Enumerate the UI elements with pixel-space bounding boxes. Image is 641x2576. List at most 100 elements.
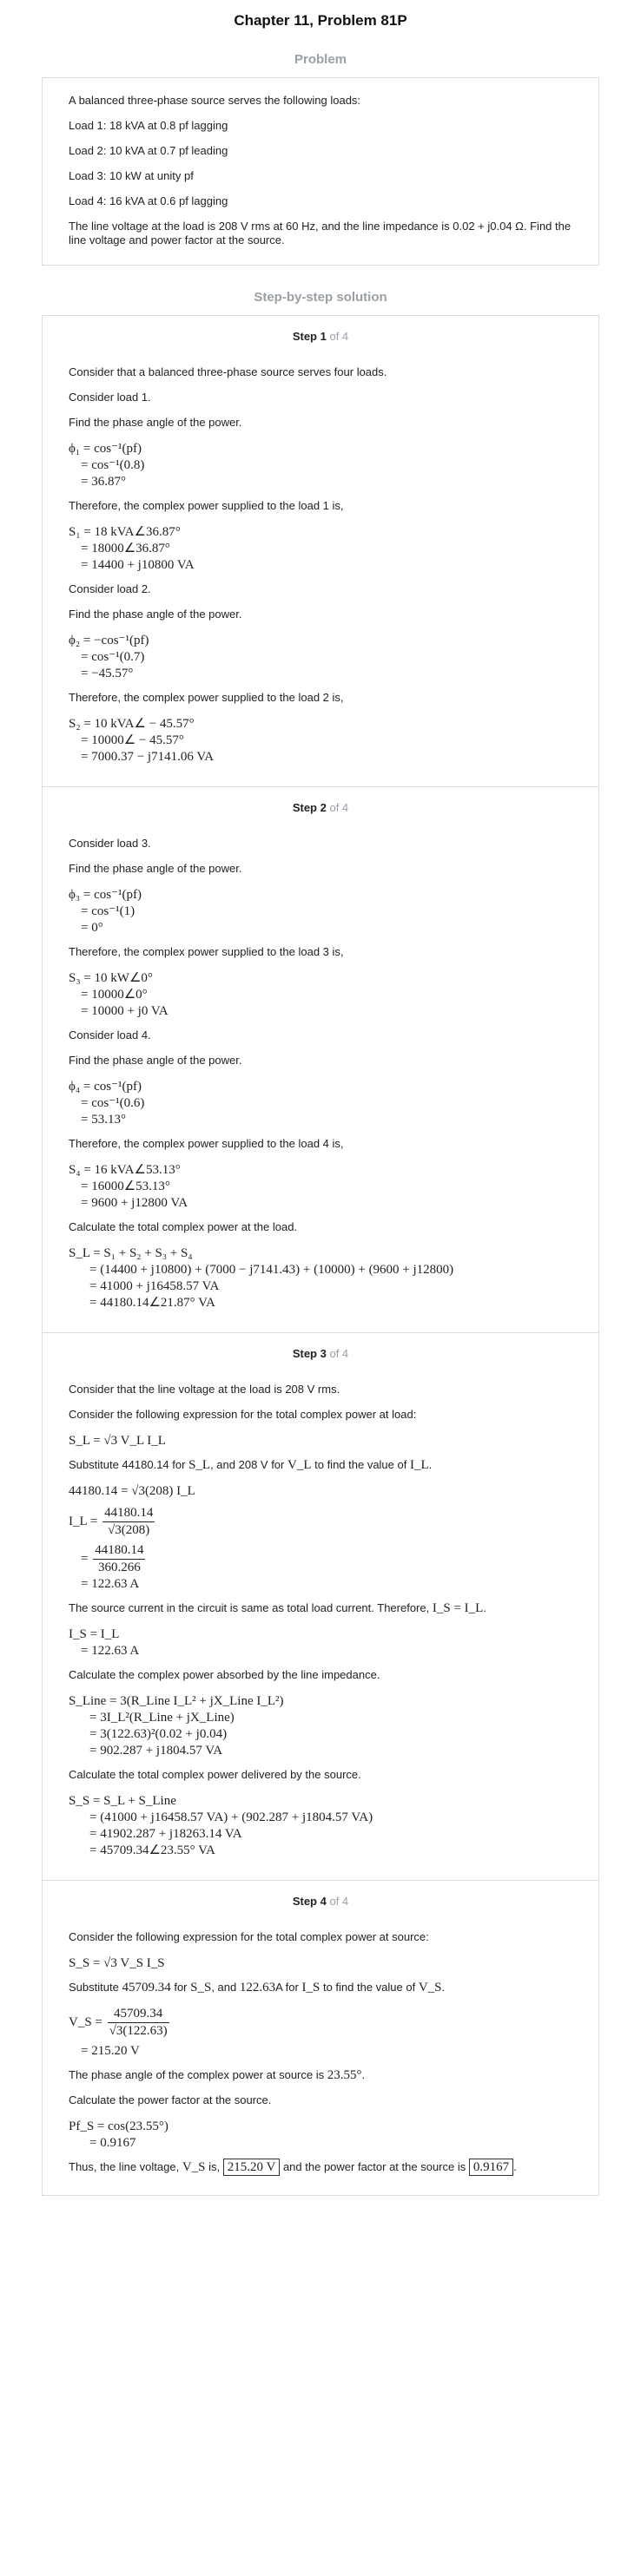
text-fragment: for [174, 1981, 188, 1994]
fraction-numerator: 44180.14 [93, 1542, 146, 1560]
problem-load-2: Load 2: 10 kVA at 0.7 pf leading [69, 144, 228, 157]
equation-line: = 9600 + j12800 VA [81, 1196, 188, 1210]
equation-line: = cos⁻¹(0.7) [81, 650, 145, 664]
equation-line: S₂ = 10 kVA∠ − 45.57° [69, 717, 195, 731]
step-text-substitute: Substitute 44180.14 for S_L, and 208 V f… [69, 1458, 433, 1472]
final-answer: Thus, the line voltage, V_S is, 215.20 V… [69, 2159, 517, 2176]
step-2-header: Step 2 of 4 [69, 801, 572, 814]
problem-card: A balanced three-phase source serves the… [42, 77, 599, 266]
equation-line: = 41000 + j16458.57 VA [89, 1279, 220, 1293]
equation-line: = 0.9167 [89, 2136, 136, 2150]
equation-line-power: S_Line = 3(R_Line I_L² + jX_Line I_L²) =… [69, 1693, 572, 1759]
text-fragment: Thus, the line voltage, [69, 2160, 180, 2173]
equation-line: I_L = 44180.14 √3(208) [69, 1505, 572, 1539]
equation-line: S_Line = 3(R_Line I_L² + jX_Line I_L²) [69, 1694, 284, 1708]
inline-math: V_S [418, 1981, 442, 1994]
fraction: 44180.14 √3(208) [102, 1505, 155, 1539]
equation-source-current: I_S = I_L = 122.63 A [69, 1626, 572, 1659]
equation-line: = 44180.14∠21.87° VA [89, 1296, 215, 1310]
step-text: Consider load 2. [69, 582, 151, 595]
equation-power-factor: Pf_S = cos(23.55°) = 0.9167 [69, 2119, 572, 2152]
text-fragment: , and 208 V for [210, 1458, 285, 1471]
equation-line: = 215.20 V [81, 2044, 140, 2058]
solution-section-title: Step-by-step solution [254, 290, 387, 305]
problem-load-1: Load 1: 18 kVA at 0.8 pf lagging [69, 119, 228, 132]
problem-statement: The line voltage at the load is 208 V rm… [69, 220, 572, 246]
inline-math: 122.63 [239, 1981, 276, 1994]
equation-line: S_L = S₁ + S₂ + S₃ + S₄ [69, 1246, 193, 1260]
fraction: 44180.14 360.266 [93, 1542, 146, 1576]
text-fragment: The source current in the circuit is sam… [69, 1601, 430, 1614]
equation-line: = 41902.287 + j18263.14 VA [89, 1827, 242, 1841]
equation-lhs: I_L = [69, 1514, 98, 1528]
equation-line: = (14400 + j10800) + (7000 − j7141.43) +… [89, 1263, 454, 1277]
equation-line: = (41000 + j16458.57 VA) + (902.287 + j1… [89, 1810, 373, 1824]
step-count: of 4 [329, 1347, 349, 1360]
equation-phase-angle-2: ϕ₂ = −cos⁻¹(pf) = cos⁻¹(0.7) = −45.57° [69, 633, 572, 682]
equation-line: = 3(122.63)²(0.02 + j0.04) [89, 1727, 228, 1741]
fraction-denominator: √3(122.63) [109, 2024, 168, 2038]
step-text: Consider the following expression for th… [69, 1930, 429, 1943]
step-text: Find the phase angle of the power. [69, 608, 242, 621]
equation-line: = 53.13° [81, 1113, 126, 1127]
equation-line: ϕ₄ = cos⁻¹(pf) [69, 1080, 142, 1094]
equation-line: = 10000∠0° [81, 988, 148, 1002]
step-count: of 4 [329, 1895, 349, 1908]
equation-lhs: V_S = [69, 2014, 102, 2029]
problem-section-title: Problem [294, 52, 347, 67]
fraction: 45709.34 √3(122.63) [107, 2006, 169, 2040]
inline-math: V_L [287, 1458, 312, 1472]
step-text: Consider the following expression for th… [69, 1408, 417, 1421]
equation-line: = 45709.34∠23.55° VA [89, 1843, 215, 1857]
equation-line: ϕ₂ = −cos⁻¹(pf) [69, 634, 149, 647]
equation-load-current: 44180.14 = √3(208) I_L I_L = 44180.14 √3… [69, 1483, 572, 1593]
step-3: Step 3 of 4 Consider that the line volta… [43, 1332, 598, 1880]
equation-line: = 122.63 A [81, 1577, 140, 1591]
inline-math: I_L [409, 1458, 429, 1472]
step-text: Consider load 3. [69, 837, 151, 850]
equation-line: Pf_S = cos(23.55°) [69, 2119, 169, 2133]
inline-math: I_S = I_L [432, 1601, 484, 1615]
equation-line: = 44180.14 360.266 [69, 1542, 572, 1576]
text-fragment: to find the value of [314, 1458, 407, 1471]
equation-line: I_S = I_L [69, 1627, 120, 1641]
step-4: Step 4 of 4 Consider the following expre… [43, 1880, 598, 2195]
page: Chapter 11, Problem 81P Problem A balanc… [0, 0, 641, 2222]
step-count: of 4 [329, 330, 349, 343]
text-fragment: , and [211, 1981, 237, 1994]
step-label: Step 4 [292, 1895, 327, 1908]
equation-line: = 36.87° [81, 475, 126, 489]
fraction-denominator: √3(208) [108, 1523, 150, 1537]
equation-line: V_S = 45709.34 √3(122.63) [69, 2006, 572, 2040]
text-fragment: is, [208, 2160, 221, 2173]
equation-phase-angle-1: ϕ₁ = cos⁻¹(pf) = cos⁻¹(0.8) = 36.87° [69, 441, 572, 490]
equation-line: S₃ = 10 kW∠0° [69, 971, 153, 985]
text-fragment: Substitute 44180.14 for [69, 1458, 186, 1471]
step-text: Find the phase angle of the power. [69, 862, 242, 875]
equation-line: = 10000∠ − 45.57° [81, 733, 184, 747]
text-fragment: and the power factor at the source is [282, 2160, 466, 2173]
equation-line: 44180.14 = √3(208) I_L [69, 1484, 195, 1498]
equation-line: = 18000∠36.87° [81, 542, 170, 555]
equation-line: S_S = √3 V_S I_S [69, 1956, 165, 1970]
step-4-header: Step 4 of 4 [69, 1895, 572, 1908]
equation-complex-power-3: S₃ = 10 kW∠0° = 10000∠0° = 10000 + j0 VA [69, 970, 572, 1020]
equation-phase-angle-4: ϕ₄ = cos⁻¹(pf) = cos⁻¹(0.6) = 53.13° [69, 1079, 572, 1128]
step-1: Step 1 of 4 Consider that a balanced thr… [43, 316, 598, 786]
equation-complex-power-1: S₁ = 18 kVA∠36.87° = 18000∠36.87° = 1440… [69, 524, 572, 574]
step-text: Find the phase angle of the power. [69, 1054, 242, 1067]
equation-line: = 122.63 A [81, 1644, 140, 1658]
equation-complex-power-4: S₄ = 16 kVA∠53.13° = 16000∠53.13° = 9600… [69, 1162, 572, 1212]
equation-line: = 902.287 + j1804.57 VA [89, 1744, 223, 1758]
equation-line: S₁ = 18 kVA∠36.87° [69, 525, 181, 539]
step-text: Calculate the power factor at the source… [69, 2093, 272, 2106]
step-text: Therefore, the complex power supplied to… [69, 499, 344, 512]
inline-math: S_L [188, 1458, 211, 1472]
step-label: Step 3 [292, 1347, 327, 1360]
problem-intro: A balanced three-phase source serves the… [69, 94, 361, 107]
equation-source-power: S_S = S_L + S_Line = (41000 + j16458.57 … [69, 1793, 572, 1859]
step-text: Consider that the line voltage at the lo… [69, 1383, 340, 1396]
equation-line: S_S = S_L + S_Line [69, 1794, 176, 1808]
equation-line: = 14400 + j10800 VA [81, 558, 195, 572]
equation-line: = 10000 + j0 VA [81, 1004, 169, 1018]
